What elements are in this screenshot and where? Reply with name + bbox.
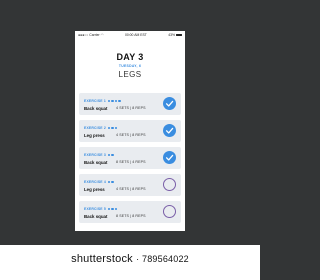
exercise-row[interactable]: EXERCISE 5 Back squat 8 SETS | 8 REPS (79, 201, 181, 223)
difficulty-dot (111, 126, 114, 130)
empty-circle-icon[interactable] (163, 178, 176, 191)
status-left: ●●●○○ Carrier ◠ (78, 33, 104, 37)
exercise-row[interactable]: EXERCISE 3 Back squat 8 SETS | 4 REPS (79, 147, 181, 169)
checkmark-icon[interactable] (163, 97, 176, 110)
wifi-icon: ◠ (100, 33, 104, 37)
status-time: 00:00 AM EST (124, 33, 147, 37)
exercise-number: EXERCISE 5 (84, 207, 106, 211)
status-bar: ●●●○○ Carrier ◠ 00:00 AM EST 43% (75, 31, 185, 39)
difficulty-dot (111, 207, 114, 211)
difficulty-dot (114, 207, 118, 211)
exercise-label: EXERCISE 3 (84, 153, 114, 157)
exercise-label: EXERCISE 2 (84, 126, 118, 130)
exercise-name: Leg press (84, 186, 105, 192)
exercise-label: EXERCISE 4 (84, 180, 114, 184)
exercise-label: EXERCISE 1 (84, 99, 121, 103)
exercise-number: EXERCISE 3 (84, 153, 106, 157)
day-title: DAY 3 (116, 52, 144, 62)
exercise-number: EXERCISE 2 (84, 126, 106, 130)
phone-screen: ●●●○○ Carrier ◠ 00:00 AM EST 43% DAY 3 T… (75, 31, 185, 231)
difficulty-dots (107, 207, 118, 211)
exercise-sets-reps: 4 SETS | 8 REPS (116, 133, 146, 137)
status-right: 43% (168, 33, 182, 37)
difficulty-dots (107, 99, 121, 103)
difficulty-dot (118, 99, 121, 103)
difficulty-dots (107, 126, 118, 130)
exercise-sets-reps: 4 SETS | 8 REPS (116, 187, 146, 191)
difficulty-dot (107, 126, 111, 130)
difficulty-dot (107, 153, 111, 157)
exercise-list: EXERCISE 1 Back squat 4 SETS | 8 REPS EXERC… (79, 93, 181, 228)
watermark: shutterstock · 789564022 (0, 253, 260, 265)
exercise-sets-reps: 8 SETS | 8 REPS (116, 214, 146, 218)
checkmark-icon[interactable] (163, 151, 176, 164)
signal-icon: ●●●○○ (78, 33, 89, 37)
battery-percent: 43% (168, 33, 175, 37)
empty-circle-icon[interactable] (163, 205, 176, 218)
checkmark-icon[interactable] (163, 124, 176, 137)
difficulty-dots (107, 180, 114, 184)
difficulty-dots (107, 153, 114, 157)
exercise-sets-reps: 8 SETS | 4 REPS (116, 160, 146, 164)
exercise-number: EXERCISE 1 (84, 99, 106, 103)
exercise-number: EXERCISE 4 (84, 180, 106, 184)
exercise-sets-reps: 4 SETS | 8 REPS (116, 106, 146, 110)
exercise-name: Back squat (84, 213, 108, 219)
difficulty-dot (107, 180, 111, 184)
battery-icon (175, 33, 182, 37)
carrier-label: Carrier (89, 33, 100, 37)
watermark-bar: shutterstock · 789564022 (0, 245, 260, 280)
difficulty-dot (107, 207, 111, 211)
difficulty-dot (114, 99, 118, 103)
difficulty-dot (114, 126, 118, 130)
exercise-name: Back squat (84, 105, 108, 111)
exercise-row[interactable]: EXERCISE 4 Leg press 4 SETS | 8 REPS (79, 174, 181, 196)
exercise-row[interactable]: EXERCISE 2 Leg press 4 SETS | 8 REPS (79, 120, 181, 142)
workout-title: LEGS (118, 70, 142, 79)
difficulty-dot (107, 99, 111, 103)
watermark-id: · 789564022 (136, 254, 189, 264)
day-date: TUESDAY, 6 (118, 64, 142, 68)
difficulty-dot (111, 180, 114, 184)
exercise-label: EXERCISE 5 (84, 207, 118, 211)
watermark-brand: shutterstock (71, 253, 133, 265)
exercise-name: Leg press (84, 132, 105, 138)
exercise-row[interactable]: EXERCISE 1 Back squat 4 SETS | 8 REPS (79, 93, 181, 115)
exercise-name: Back squat (84, 159, 108, 165)
day-header: DAY 3 TUESDAY, 6 LEGS (75, 52, 185, 80)
difficulty-dot (111, 99, 114, 103)
difficulty-dot (111, 153, 114, 157)
